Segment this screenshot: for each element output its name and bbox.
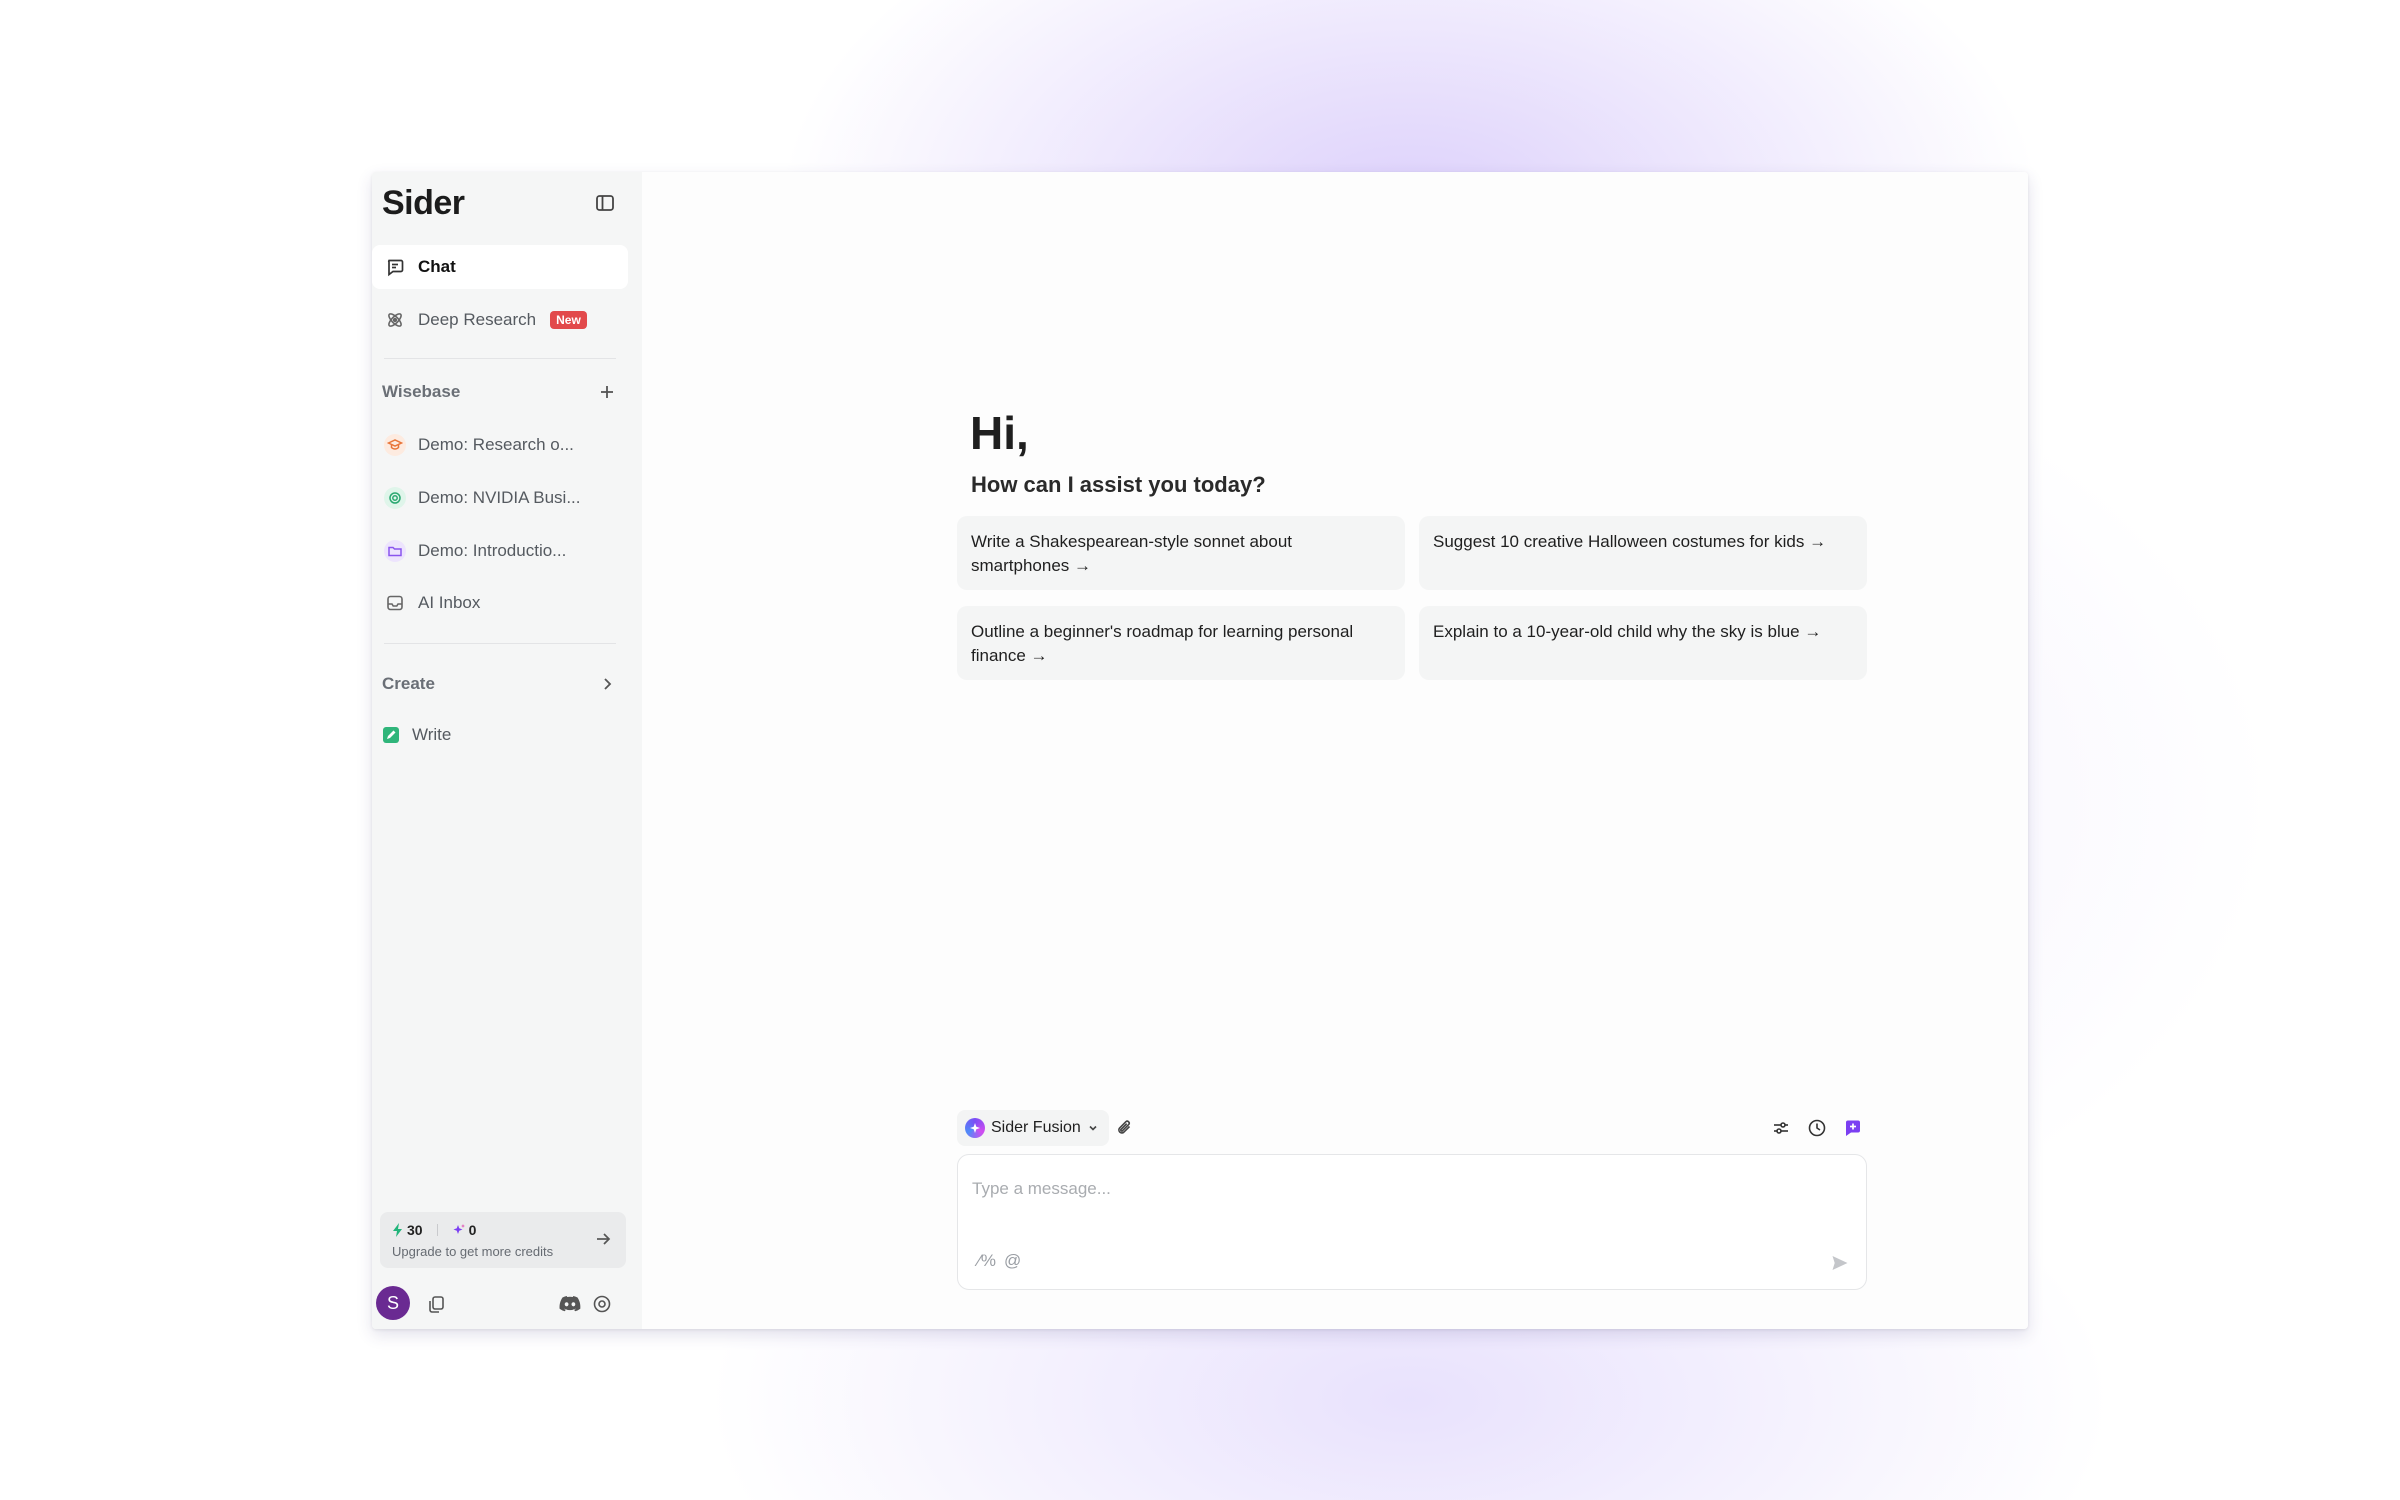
sidebar-toggle-button[interactable] bbox=[590, 188, 620, 218]
create-expand-button[interactable] bbox=[594, 671, 620, 697]
settings-button[interactable] bbox=[590, 1292, 614, 1316]
credits-card[interactable]: 30 0 Upgrade to get more credits bbox=[380, 1212, 626, 1268]
lightning-icon bbox=[393, 1223, 402, 1237]
paperclip-icon bbox=[1118, 1120, 1131, 1134]
basic-credits-value: 30 bbox=[407, 1222, 423, 1238]
credits-row: 30 0 bbox=[392, 1222, 476, 1238]
clock-icon bbox=[1808, 1119, 1826, 1137]
create-title: Create bbox=[382, 674, 435, 693]
sidebar-item-chat[interactable]: Chat bbox=[372, 245, 628, 289]
arrow-right-icon bbox=[597, 1233, 611, 1245]
suggestion-card[interactable]: Explain to a 10-year-old child why the s… bbox=[1419, 606, 1867, 680]
discord-icon bbox=[559, 1296, 581, 1312]
upgrade-note: Upgrade to get more credits bbox=[392, 1244, 554, 1259]
plus-icon bbox=[601, 386, 613, 398]
sidebar-divider bbox=[384, 643, 616, 644]
folder-icon bbox=[384, 540, 406, 562]
chevron-right-icon bbox=[604, 678, 612, 690]
discord-button[interactable] bbox=[558, 1292, 582, 1316]
suggestion-card[interactable]: Outline a beginner's roadmap for learnin… bbox=[957, 606, 1405, 680]
wisebase-title: Wisebase bbox=[382, 382, 461, 401]
chip-icon bbox=[384, 487, 406, 509]
model-selector[interactable]: Sider Fusion bbox=[957, 1110, 1109, 1146]
model-name: Sider Fusion bbox=[991, 1119, 1081, 1136]
inbox-icon bbox=[384, 592, 406, 614]
history-button[interactable] bbox=[1805, 1116, 1829, 1140]
write-icon bbox=[380, 724, 402, 746]
chat-main: Hi, How can I assist you today? Write a … bbox=[642, 172, 2028, 1329]
attach-button[interactable] bbox=[1113, 1116, 1137, 1140]
new-chat-button[interactable] bbox=[1841, 1116, 1865, 1140]
sidebar-item-label: Chat bbox=[418, 257, 456, 276]
new-badge: New bbox=[550, 311, 587, 329]
sidebar-bottom-bar: S bbox=[372, 1282, 642, 1326]
sidebar-item-label: Demo: Research o... bbox=[418, 435, 574, 454]
chat-settings-button[interactable] bbox=[1769, 1116, 1793, 1140]
composer-toolbar: Sider Fusion bbox=[957, 1110, 1867, 1146]
greeting-subtitle: How can I assist you today? bbox=[971, 472, 1266, 497]
sliders-icon bbox=[1774, 1122, 1788, 1134]
suggestion-card[interactable]: Write a Shakespearean-style sonnet about… bbox=[957, 516, 1405, 590]
chat-icon bbox=[384, 256, 406, 278]
settings-icon bbox=[593, 1295, 611, 1313]
add-wisebase-button[interactable] bbox=[594, 379, 620, 405]
send-icon bbox=[1832, 1256, 1848, 1270]
message-input[interactable] bbox=[972, 1169, 1852, 1209]
copy-button[interactable] bbox=[424, 1292, 448, 1316]
avatar[interactable]: S bbox=[376, 1286, 410, 1320]
advanced-credits-value: 0 bbox=[468, 1222, 477, 1238]
sparkle-icon bbox=[453, 1224, 465, 1234]
mention-button[interactable]: @ bbox=[1004, 1251, 1021, 1271]
wisebase-item-nvidia[interactable]: Demo: NVIDIA Busi... bbox=[372, 476, 628, 520]
app-window: Sider Chat Deep Research New Wisebase De… bbox=[372, 172, 2028, 1329]
sidebar-divider bbox=[384, 358, 616, 359]
sidebar-item-label: Demo: Introductio... bbox=[418, 541, 567, 560]
create-item-write[interactable]: Write bbox=[372, 713, 628, 757]
copy-icon bbox=[429, 1296, 444, 1313]
brand-logo: Sider bbox=[382, 184, 465, 222]
chevron-down-icon bbox=[1089, 1125, 1097, 1131]
sidebar-item-label: AI Inbox bbox=[418, 593, 481, 612]
atom-icon bbox=[384, 309, 406, 331]
sidebar-toggle-icon bbox=[596, 195, 614, 211]
sidebar-item-label: Demo: NVIDIA Busi... bbox=[418, 488, 581, 507]
sidebar-item-label: Deep Research bbox=[418, 310, 537, 329]
message-composer: ⁄% @ bbox=[957, 1154, 1867, 1290]
sidebar-item-deep-research[interactable]: Deep Research New bbox=[372, 298, 628, 342]
wisebase-item-introduction[interactable]: Demo: Introductio... bbox=[372, 529, 628, 573]
sider-fusion-icon bbox=[965, 1118, 985, 1138]
send-button[interactable] bbox=[1828, 1251, 1852, 1275]
graduation-cap-icon bbox=[384, 434, 406, 456]
suggestion-card[interactable]: Suggest 10 creative Halloween costumes f… bbox=[1419, 516, 1867, 590]
sidebar-item-label: Write bbox=[412, 725, 452, 744]
credits-separator bbox=[436, 1224, 438, 1236]
wisebase-item-ai-inbox[interactable]: AI Inbox bbox=[372, 581, 628, 625]
sidebar: Sider Chat Deep Research New Wisebase De… bbox=[372, 172, 642, 1329]
prompt-shortcut-button[interactable]: ⁄% bbox=[978, 1251, 996, 1271]
greeting-title: Hi, bbox=[970, 407, 1029, 459]
wisebase-item-research[interactable]: Demo: Research o... bbox=[372, 423, 628, 467]
new-chat-icon bbox=[1846, 1120, 1860, 1136]
